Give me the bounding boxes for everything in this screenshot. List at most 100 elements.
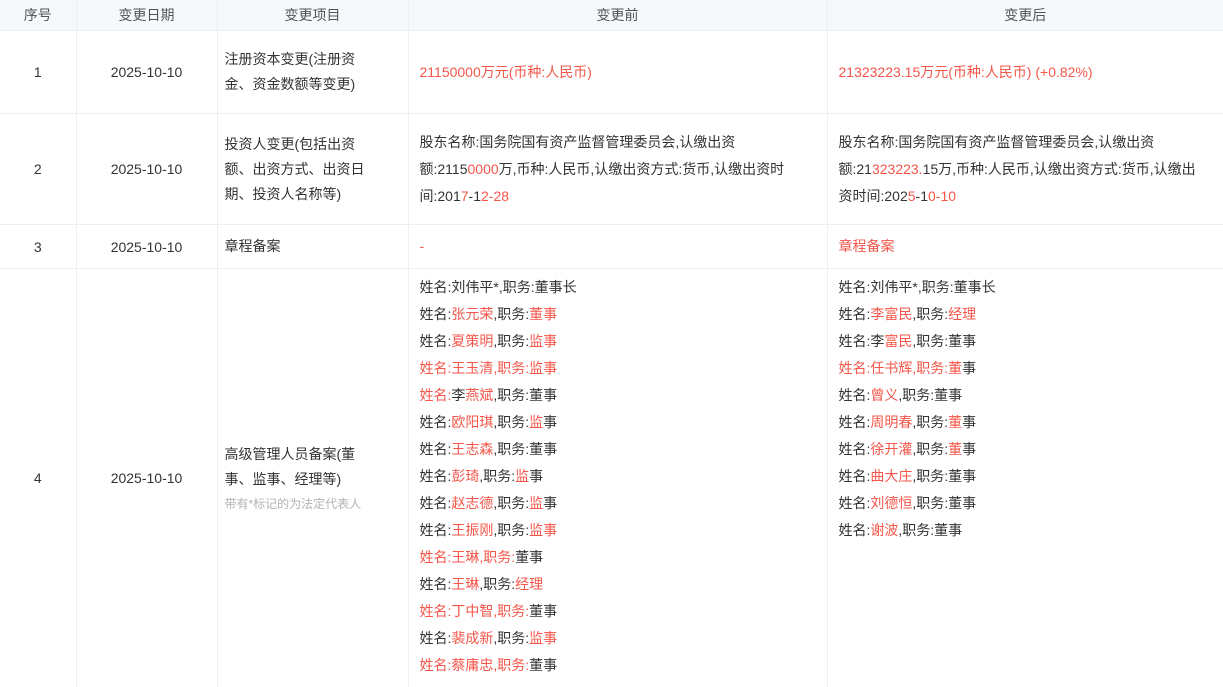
diff-segment: 王琳 <box>451 576 479 592</box>
diff-line: 姓名:徐开灌,职务:董事 <box>839 436 1210 463</box>
diff-segment: -1 <box>916 188 928 204</box>
diff-segment: ,职务: <box>493 333 529 349</box>
cell-date: 2025-10-10 <box>76 225 217 269</box>
table-row: 32025-10-10章程备案-章程备案 <box>0 225 1223 269</box>
diff-segment: 富民 <box>884 333 912 349</box>
diff-line: 章程备案 <box>839 233 1210 260</box>
diff-line: 姓名:刘伟平*,职务:董事长 <box>839 274 1210 301</box>
diff-segment: 经理 <box>948 306 976 322</box>
diff-segment: ,职务: <box>493 630 529 646</box>
diff-segment: ,职务: <box>912 441 948 457</box>
diff-segment: 姓名: <box>420 522 452 538</box>
diff-line: 姓名:周明春,职务:董事 <box>839 409 1210 436</box>
table-body: 12025-10-10注册资本变更(注册资金、资金数额等变更)21150000万… <box>0 31 1223 687</box>
diff-segment: 董事 <box>529 603 557 619</box>
diff-segment: 姓名:李 <box>839 333 885 349</box>
header-after-change: 变更后 <box>827 0 1223 31</box>
diff-line: 姓名:任书辉,职务:董事 <box>839 355 1210 382</box>
diff-segment: 姓名: <box>839 387 871 403</box>
diff-line: 姓名:曲大庄,职务:董事 <box>839 463 1210 490</box>
diff-line: 姓名:欧阳琪,职务:监事 <box>420 409 813 436</box>
diff-segment: ,职务: <box>912 306 948 322</box>
diff-segment: 姓名: <box>420 630 452 646</box>
diff-segment: 监 <box>515 468 529 484</box>
diff-segment: 21150000万元(币种:人民币) <box>420 64 592 80</box>
cell-after: 姓名:刘伟平*,职务:董事长姓名:李富民,职务:经理姓名:李富民,职务:董事姓名… <box>827 269 1223 687</box>
diff-line: 姓名:谢波,职务:董事 <box>839 517 1210 544</box>
diff-segment: 董事 <box>529 306 557 322</box>
cell-item: 投资人变更(包括出资额、出资方式、出资日期、投资人名称等) <box>217 114 408 225</box>
cell-no: 1 <box>0 31 76 114</box>
diff-segment: 燕斌 <box>465 387 493 403</box>
table-row: 22025-10-10投资人变更(包括出资额、出资方式、出资日期、投资人名称等)… <box>0 114 1223 225</box>
diff-segment: ,职务:董事 <box>912 495 976 511</box>
cell-item: 高级管理人员备案(董事、监事、经理等)带有*标记的为法定代表人 <box>217 269 408 687</box>
diff-line: 姓名:刘德恒,职务:董事 <box>839 490 1210 517</box>
header-change-item: 变更项目 <box>217 0 408 31</box>
cell-after: 股东名称:国务院国有资产监督管理委员会,认缴出资额:21323223.15万,币… <box>827 114 1223 225</box>
diff-segment: 姓名: <box>420 495 452 511</box>
diff-segment: 姓名: <box>839 522 871 538</box>
diff-line: 21323223.15万元(币种:人民币) (+0.82%) <box>839 59 1210 86</box>
cell-after: 章程备案 <box>827 225 1223 269</box>
diff-segment: 姓名: <box>839 441 871 457</box>
diff-segment: 谢波 <box>870 522 898 538</box>
diff-line: 姓名:裴成新,职务:监事 <box>420 625 813 652</box>
diff-line: 21150000万元(币种:人民币) <box>420 59 813 86</box>
diff-line: 姓名:王振刚,职务:监事 <box>420 517 813 544</box>
diff-segment: 21323223.15万元(币种:人民币) (+0.82%) <box>839 64 1093 80</box>
diff-segment: 姓名: <box>839 306 871 322</box>
diff-segment: ,职务:董事 <box>912 333 976 349</box>
diff-line: 姓名:王琳,职务:经理 <box>420 571 813 598</box>
diff-line: 姓名:蔡庸忠,职务:董事 <box>420 652 813 679</box>
cell-no: 2 <box>0 114 76 225</box>
diff-segment: ,职务:董事 <box>493 441 557 457</box>
diff-segment: 王振刚 <box>451 522 493 538</box>
diff-line: 姓名:李富民,职务:董事 <box>839 328 1210 355</box>
diff-segment: 事 <box>543 495 557 511</box>
diff-line: 姓名:夏策明,职务:监事 <box>420 328 813 355</box>
diff-line: 股东名称:国务院国有资产监督管理委员会,认缴出资额:21323223.15万,币… <box>839 129 1210 210</box>
diff-segment: ,职务:董事 <box>912 468 976 484</box>
diff-line: - <box>420 233 813 260</box>
change-item-text: 章程备案 <box>225 234 366 259</box>
diff-segment: 7 <box>461 188 469 204</box>
diff-segment: 姓名:刘伟平*,职务:董事长 <box>420 279 577 295</box>
diff-segment: 夏策明 <box>451 333 493 349</box>
diff-line: 姓名:曾义,职务:董事 <box>839 382 1210 409</box>
diff-segment: ,职务: <box>493 414 529 430</box>
diff-segment: 姓名: <box>420 306 452 322</box>
diff-segment: 经理 <box>515 576 543 592</box>
cell-item: 注册资本变更(注册资金、资金数额等变更) <box>217 31 408 114</box>
diff-segment: 董事 <box>515 549 543 565</box>
legal-representative-note: 带有*标记的为法定代表人 <box>225 494 398 514</box>
diff-segment: 姓名: <box>420 414 452 430</box>
change-item-text: 投资人变更(包括出资额、出资方式、出资日期、投资人名称等) <box>225 132 366 207</box>
diff-segment: 裴成新 <box>451 630 493 646</box>
diff-segment: 王志森 <box>451 441 493 457</box>
diff-segment: ,职务: <box>912 414 948 430</box>
table-header: 序号 变更日期 变更项目 变更前 变更后 <box>0 0 1223 31</box>
diff-segment: 欧阳琪 <box>451 414 493 430</box>
diff-segment: ,职务:董事 <box>898 522 962 538</box>
diff-line: 姓名:张元荣,职务:董事 <box>420 301 813 328</box>
header-change-date: 变更日期 <box>76 0 217 31</box>
diff-segment: 姓名:王琳,职务: <box>420 549 516 565</box>
diff-segment: 董 <box>948 414 962 430</box>
header-row: 序号 变更日期 变更项目 变更前 变更后 <box>0 0 1223 31</box>
diff-segment: ,职务: <box>479 468 515 484</box>
diff-segment: 姓名: <box>420 576 452 592</box>
change-item-text: 高级管理人员备案(董事、监事、经理等) <box>225 442 366 492</box>
diff-segment: 姓名:任书辉,职务: <box>839 360 949 376</box>
cell-no: 4 <box>0 269 76 687</box>
diff-segment: 姓名: <box>839 468 871 484</box>
cell-before: 股东名称:国务院国有资产监督管理委员会,认缴出资额:21150000万,币种:人… <box>408 114 827 225</box>
diff-segment: 张元荣 <box>451 306 493 322</box>
diff-segment: ,职务: <box>493 522 529 538</box>
cell-date: 2025-10-10 <box>76 269 217 687</box>
diff-segment: 监事 <box>529 333 557 349</box>
cell-date: 2025-10-10 <box>76 114 217 225</box>
diff-segment: 刘德恒 <box>870 495 912 511</box>
header-before-change: 变更前 <box>408 0 827 31</box>
diff-segment: 事 <box>529 468 543 484</box>
